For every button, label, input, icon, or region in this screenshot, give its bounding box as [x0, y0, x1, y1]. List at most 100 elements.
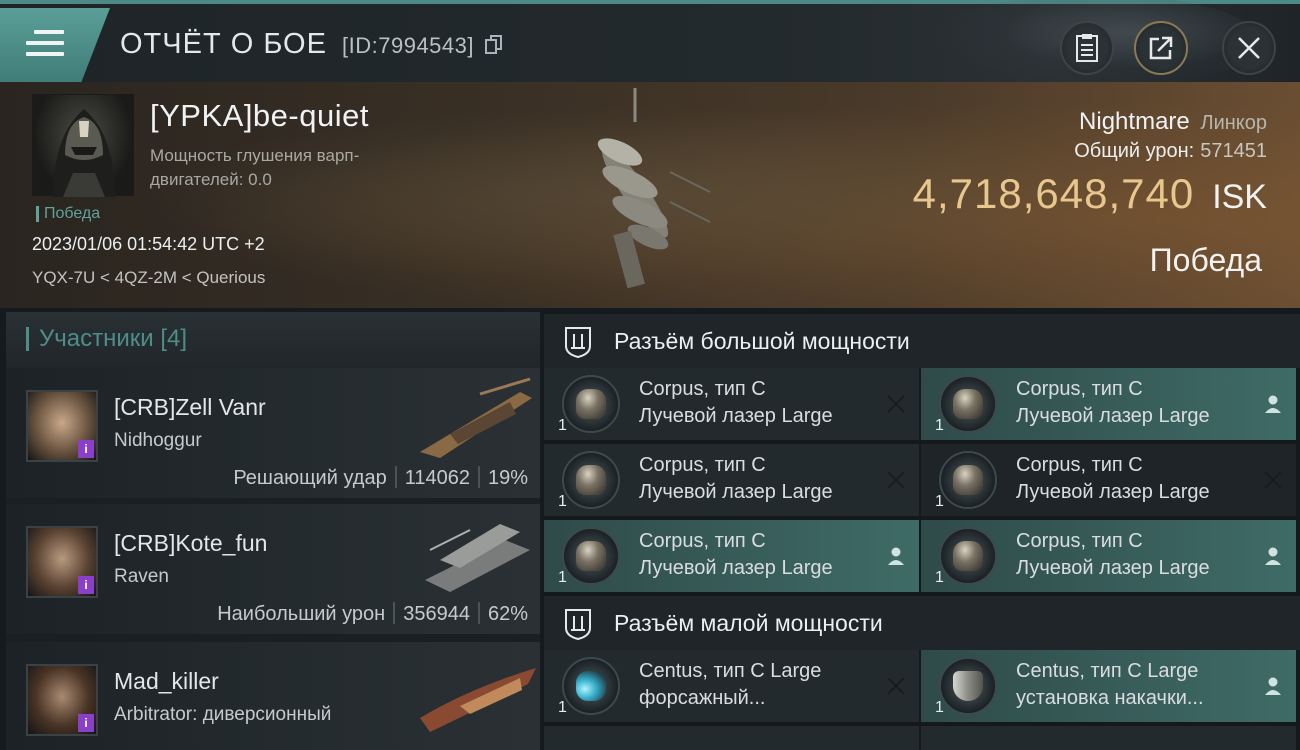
beam-laser-icon — [939, 527, 997, 585]
module-quantity: 1 — [558, 417, 567, 434]
dropped-person-icon — [1265, 395, 1281, 413]
warp-scram-strength: Мощность глушения варп-двигателей: 0.0 — [150, 146, 360, 189]
module-quantity: 1 — [935, 699, 944, 716]
high-slot-icon — [565, 327, 591, 358]
victim-portrait-icon — [53, 109, 115, 197]
participant-card[interactable]: i [CRB]Kote_fun Raven Наибольший урон 356… — [6, 504, 540, 634]
participant-ship-image — [420, 668, 536, 732]
participant-ship-image — [425, 524, 530, 592]
page-title-text: ОТЧЁТ О БОЕ — [120, 28, 327, 60]
module-type: Лучевой лазер Large — [639, 557, 833, 579]
dropped-person-icon — [1265, 677, 1281, 695]
corp-badge-icon: i — [78, 576, 94, 594]
participant-ship: Nidhoggur — [114, 430, 202, 451]
victim-avatar[interactable] — [32, 94, 134, 197]
destroyed-icon — [885, 675, 907, 697]
afterburner-icon — [562, 657, 620, 715]
menu-button[interactable] — [0, 8, 110, 82]
destroyed-icon — [1262, 469, 1284, 491]
module-name: Centus, тип C Large — [1016, 660, 1199, 682]
page-title: ОТЧЁТ О БОЕ [ID:7994543] — [120, 28, 503, 61]
beam-laser-icon — [939, 451, 997, 509]
participant-name: [CRB]Kote_fun — [114, 530, 268, 556]
module-slot-partial[interactable] — [921, 726, 1296, 750]
participant-percent: 62% — [487, 603, 528, 625]
module-slot[interactable]: 1 Corpus, тип C Лучевой лазер Large — [921, 444, 1296, 516]
share-button[interactable] — [1134, 21, 1188, 75]
module-slot[interactable]: 1 Corpus, тип C Лучевой лазер Large — [921, 520, 1296, 592]
module-type: форсажный... — [639, 687, 766, 709]
total-damage-value: 571451 — [1200, 140, 1267, 162]
participant-card[interactable]: i Mad_killer Arbitrator: диверсионный — [6, 642, 540, 750]
share-icon — [1149, 36, 1173, 60]
participant-ship-image — [420, 377, 532, 458]
copy-icon[interactable] — [485, 35, 503, 55]
module-slot-partial[interactable] — [544, 726, 919, 750]
participant-percent: 19% — [487, 467, 528, 489]
participants-panel: Участники [4] i [CRB]Zell Vanr Nidhoggur… — [6, 312, 540, 750]
module-type: Лучевой лазер Large — [1016, 405, 1210, 427]
top-bar: ОТЧЁТ О БОЕ [ID:7994543] — [0, 0, 1300, 89]
module-quantity: 1 — [558, 569, 567, 586]
participant-role: Решающий удар — [233, 467, 387, 489]
participant-name: [CRB]Zell Vanr — [114, 394, 266, 420]
participants-label: Участники [4] — [26, 327, 187, 351]
total-damage: Общий урон: 571451 — [1074, 140, 1267, 163]
kill-location[interactable]: YQX-7U < 4QZ-2M < Querious — [32, 268, 265, 288]
participant-damage: 356944 — [403, 603, 470, 625]
report-id: [ID:7994543] — [342, 33, 474, 58]
module-name: Corpus, тип C — [639, 454, 766, 476]
destroyed-icon — [885, 469, 907, 491]
victim-ship[interactable]: Nightmare Линкор — [1079, 108, 1267, 136]
module-type: Лучевой лазер Large — [639, 481, 833, 503]
participant-ship: Raven — [114, 566, 169, 587]
corp-badge-icon: i — [78, 714, 94, 732]
status-badge: Победа — [36, 206, 100, 222]
close-button[interactable] — [1222, 21, 1276, 75]
menu-icon — [26, 30, 64, 60]
module-slot[interactable]: 1 Corpus, тип C Лучевой лазер Large — [544, 368, 919, 440]
clipboard-button[interactable] — [1060, 21, 1114, 75]
module-name: Corpus, тип C — [1016, 454, 1143, 476]
kill-timestamp: 2023/01/06 01:54:42 UTC +2 — [32, 234, 265, 254]
participant-ship: Arbitrator: диверсионный — [114, 704, 332, 725]
module-slot[interactable]: 1 Centus, тип C Large форсажный... — [544, 650, 919, 722]
module-type: Лучевой лазер Large — [1016, 557, 1210, 579]
module-slot[interactable]: 1 Corpus, тип C Лучевой лазер Large — [921, 368, 1296, 440]
participants-header: Участники [4] — [6, 312, 540, 368]
participant-role: Наибольший урон — [217, 603, 386, 625]
corp-badge-icon: i — [78, 440, 94, 458]
participant-stats: Решающий удар 114062 19% — [233, 466, 528, 490]
participant-damage: 114062 — [404, 467, 470, 489]
high-slot-title: Разъём большой мощности — [614, 328, 910, 354]
dropped-person-icon — [888, 547, 904, 565]
clipboard-icon — [1076, 34, 1098, 62]
module-name: Corpus, тип C — [1016, 378, 1143, 400]
victim-ship-name: Nightmare — [1079, 108, 1190, 135]
module-type: Лучевой лазер Large — [639, 405, 833, 427]
module-quantity: 1 — [558, 699, 567, 716]
module-name: Centus, тип C Large — [639, 660, 822, 682]
participant-stats: Наибольший урон 356944 62% — [217, 602, 528, 626]
dropped-person-icon — [1265, 547, 1281, 565]
module-quantity: 1 — [935, 569, 944, 586]
kill-summary-panel: [YPKA]be-quiet Мощность глушения варп-дв… — [0, 82, 1300, 308]
victim-ship-class: Линкор — [1200, 112, 1267, 134]
total-damage-label: Общий урон: — [1074, 140, 1195, 162]
battle-result: Победа — [1149, 242, 1262, 278]
module-slot[interactable]: 1 Corpus, тип C Лучевой лазер Large — [544, 444, 919, 516]
module-slot[interactable]: 1 Centus, тип C Large установка накачки.… — [921, 650, 1296, 722]
victim-pilot-name[interactable]: [YPKA]be-quiet — [150, 98, 369, 134]
low-slot-header: Разъём малой мощности — [544, 596, 1300, 650]
low-slot-icon — [565, 609, 591, 640]
module-name: Corpus, тип C — [639, 378, 766, 400]
module-type: Лучевой лазер Large — [1016, 481, 1210, 503]
module-slot[interactable]: 1 Corpus, тип C Лучевой лазер Large — [544, 520, 919, 592]
beam-laser-icon — [562, 451, 620, 509]
beam-laser-icon — [939, 375, 997, 433]
participant-avatar: i — [26, 390, 98, 462]
participant-name: Mad_killer — [114, 668, 219, 694]
shield-booster-icon — [939, 657, 997, 715]
participant-card[interactable]: i [CRB]Zell Vanr Nidhoggur Решающий удар… — [6, 368, 540, 498]
module-name: Corpus, тип C — [1016, 530, 1143, 552]
